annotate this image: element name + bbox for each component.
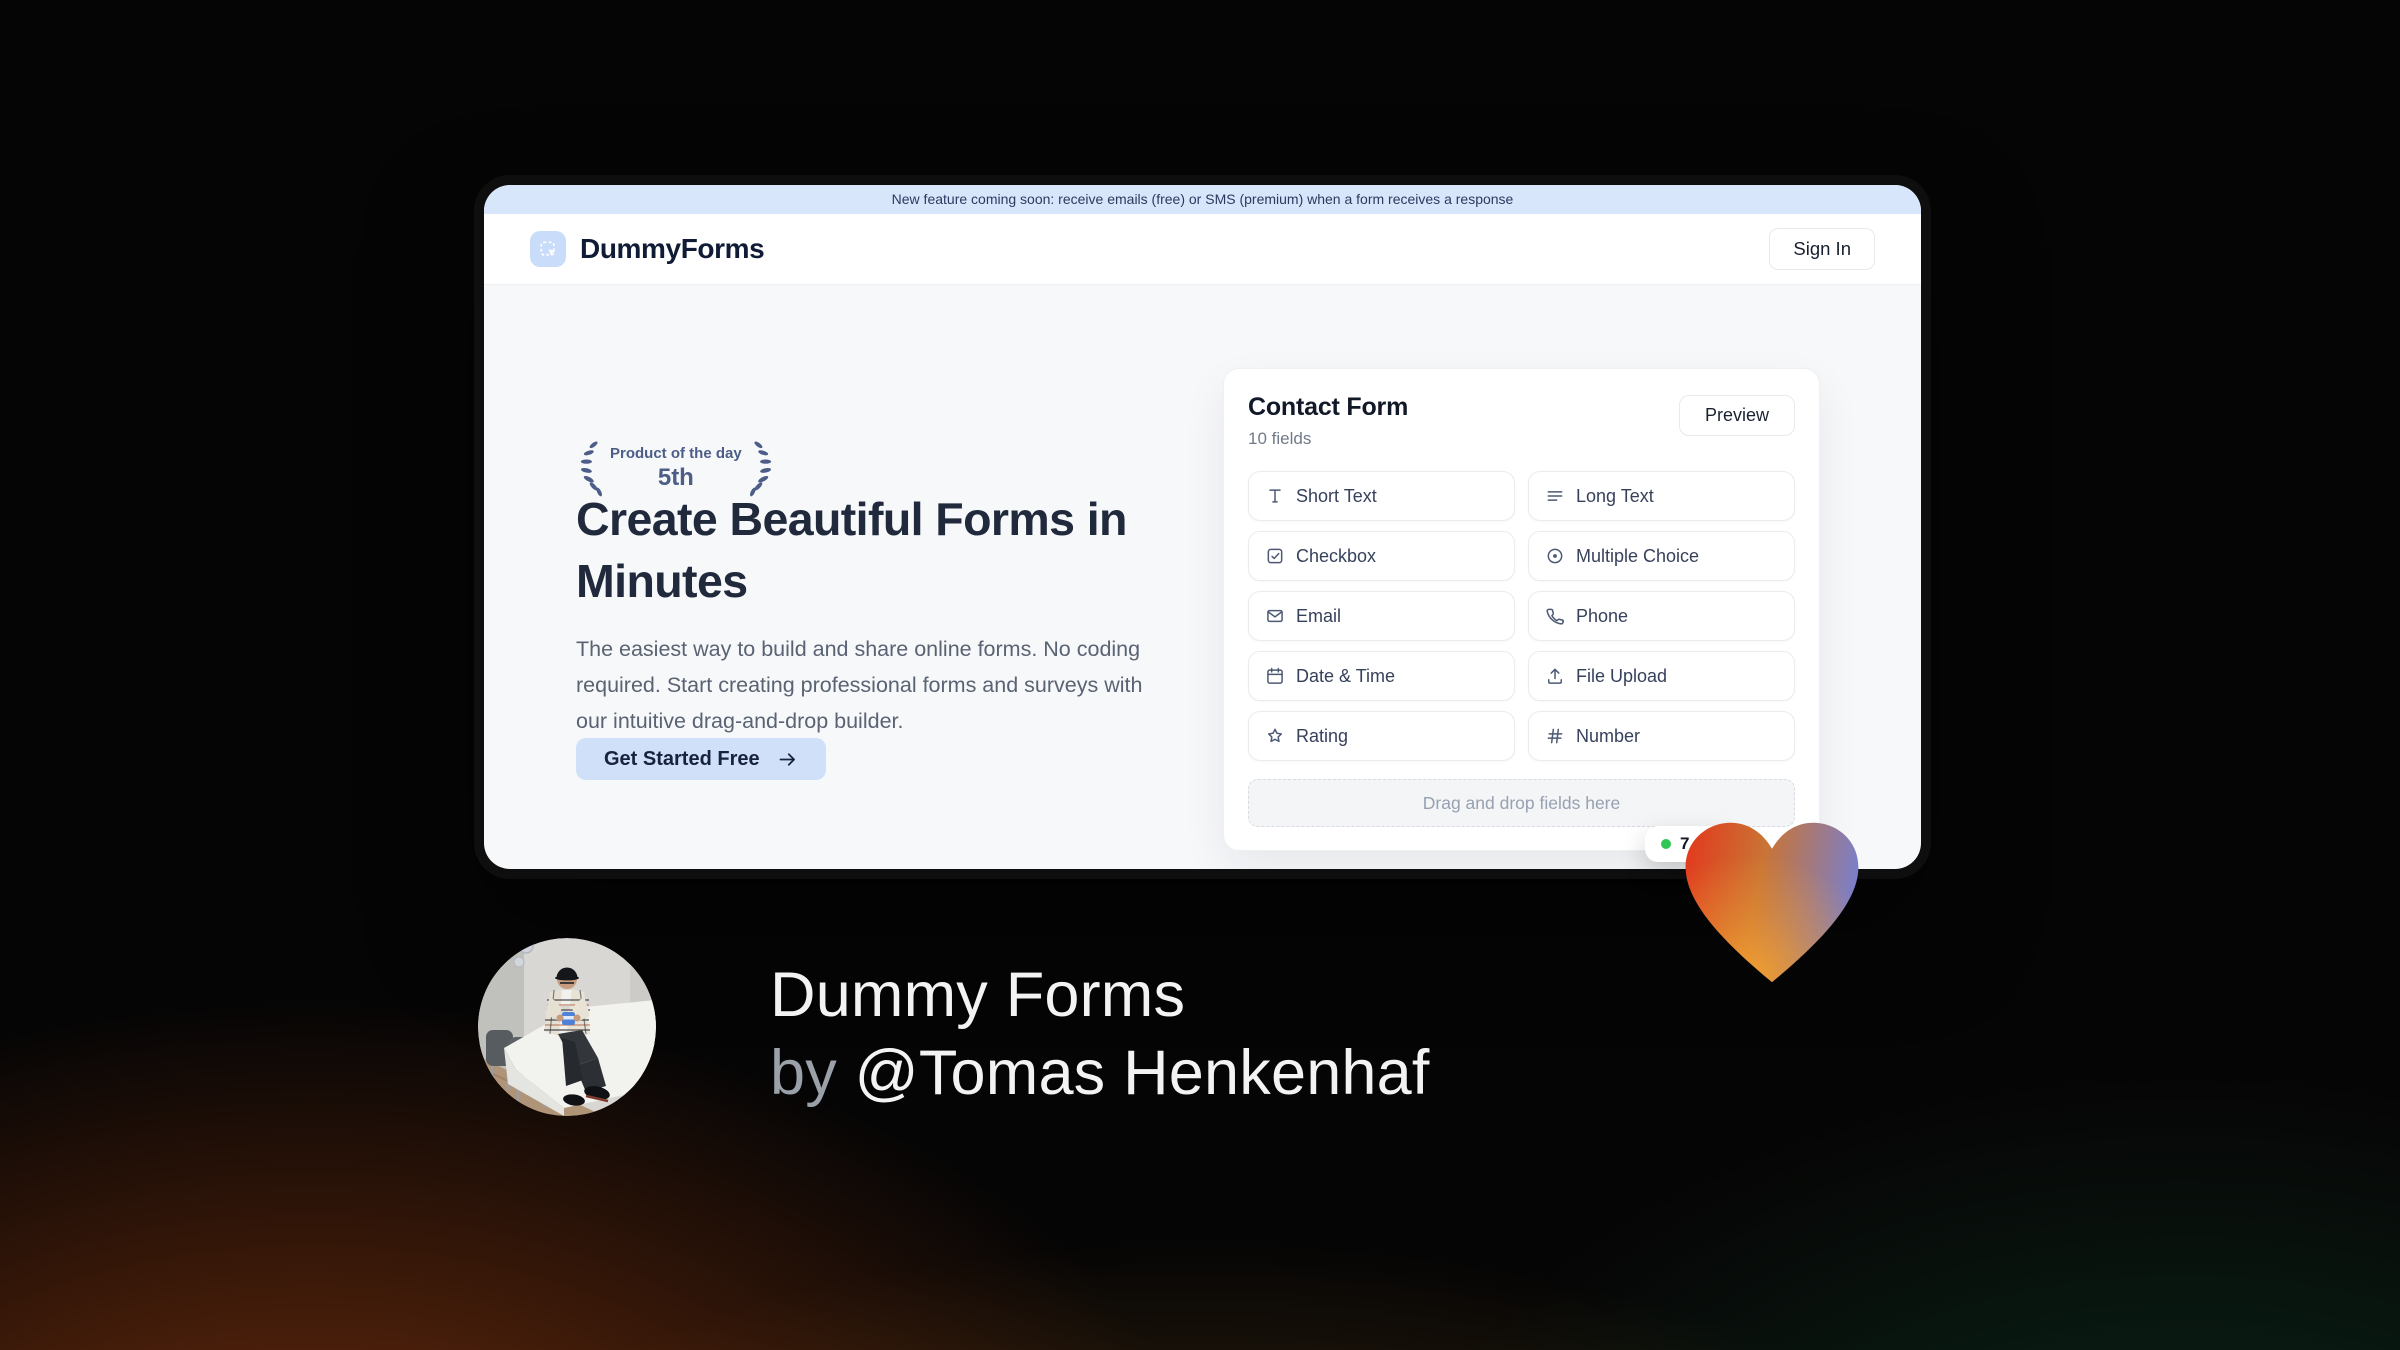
calendar-icon: [1265, 666, 1285, 686]
field-type-button[interactable]: Email: [1248, 591, 1515, 641]
brand-title: DummyForms: [580, 233, 765, 264]
field-type-button[interactable]: Long Text: [1528, 471, 1795, 521]
backdrop: New feature coming soon: receive emails …: [0, 0, 2400, 1350]
field-type-button[interactable]: Multiple Choice: [1528, 531, 1795, 581]
field-type-label: Email: [1296, 605, 1342, 626]
dummyforms-logo: [530, 231, 566, 267]
multiple-choice-icon: [1545, 546, 1565, 566]
attribution-by: by: [770, 1038, 837, 1108]
form-builder-panel: Contact Form 10 fields Preview Short Tex…: [1223, 368, 1820, 851]
badge-line1: Product of the day: [610, 444, 742, 462]
field-type-grid: Short Text Long Text Checkbox Multiple Choi…: [1248, 471, 1795, 761]
field-type-button[interactable]: Checkbox: [1248, 531, 1515, 581]
attribution: Dummy Forms by @Tomas Henkenhaf: [770, 956, 1430, 1112]
upload-icon: [1545, 666, 1565, 686]
field-type-button[interactable]: Rating: [1248, 711, 1515, 761]
browser-mockup: New feature coming soon: receive emails …: [484, 185, 1921, 869]
short-text-icon: [1265, 486, 1285, 506]
email-icon: [1265, 606, 1285, 626]
field-type-label: Short Text: [1296, 485, 1377, 506]
preview-button[interactable]: Preview: [1678, 395, 1795, 436]
attribution-line1: Dummy Forms: [770, 960, 1186, 1030]
sign-in-button[interactable]: Sign In: [1769, 228, 1875, 270]
logo-cursor-icon: [537, 238, 560, 261]
hero-description: The easiest way to build and share onlin…: [576, 637, 1143, 733]
arrow-right-icon: [777, 749, 798, 770]
page-title: Create Beautiful Forms in Minutes: [576, 493, 1127, 607]
announcement-banner: New feature coming soon: receive emails …: [484, 185, 1921, 214]
field-type-label: Date & Time: [1296, 665, 1396, 686]
field-type-label: Rating: [1296, 725, 1349, 746]
field-type-button[interactable]: Date & Time: [1248, 651, 1515, 701]
field-type-button[interactable]: Phone: [1528, 591, 1795, 641]
field-type-label: Phone: [1576, 605, 1629, 626]
long-text-icon: [1545, 486, 1565, 506]
hash-icon: [1545, 726, 1565, 746]
heart-icon: [1676, 812, 1868, 991]
field-type-label: File Upload: [1576, 665, 1668, 686]
app-header: DummyForms Sign In: [484, 214, 1921, 285]
checkbox-icon: [1265, 546, 1285, 566]
field-type-label: Number: [1576, 725, 1641, 746]
get-started-button[interactable]: Get Started Free: [576, 738, 826, 780]
attribution-author: @Tomas Henkenhaf: [854, 1038, 1430, 1108]
attribution-line2: by @Tomas Henkenhaf: [770, 1034, 1430, 1112]
field-type-label: Long Text: [1576, 485, 1654, 506]
author-avatar: [478, 938, 656, 1116]
cta-label: Get Started Free: [604, 747, 760, 770]
field-type-label: Multiple Choice: [1576, 545, 1700, 566]
field-type-button[interactable]: Short Text: [1248, 471, 1515, 521]
phone-icon: [1545, 606, 1565, 626]
field-type-button[interactable]: File Upload: [1528, 651, 1795, 701]
field-type-button[interactable]: Number: [1528, 711, 1795, 761]
green-dot-icon: [1661, 839, 1671, 849]
field-type-label: Checkbox: [1296, 545, 1377, 566]
star-icon: [1265, 726, 1285, 746]
